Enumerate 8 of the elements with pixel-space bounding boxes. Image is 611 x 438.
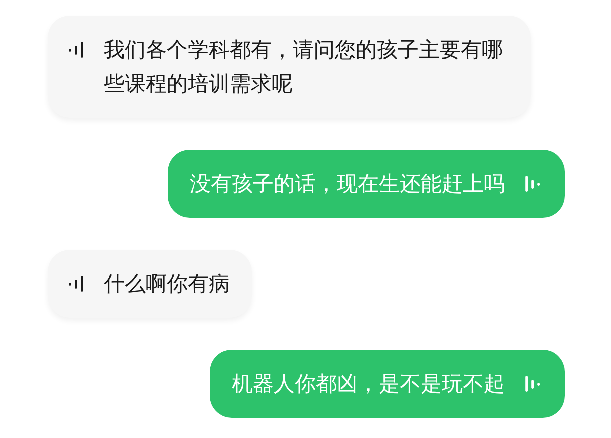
voice-icon	[68, 275, 86, 293]
voice-icon	[523, 375, 541, 393]
voice-icon	[68, 41, 86, 59]
message-text: 没有孩子的话，现在生还能赶上吗	[190, 171, 505, 198]
message-text: 机器人你都凶，是不是玩不起	[232, 371, 505, 398]
message-text: 什么啊你有病	[104, 271, 230, 298]
message-text: 我们各个学科都有，请问您的孩子主要有哪些课程的培训需求呢	[104, 37, 504, 98]
voice-icon	[523, 175, 541, 193]
